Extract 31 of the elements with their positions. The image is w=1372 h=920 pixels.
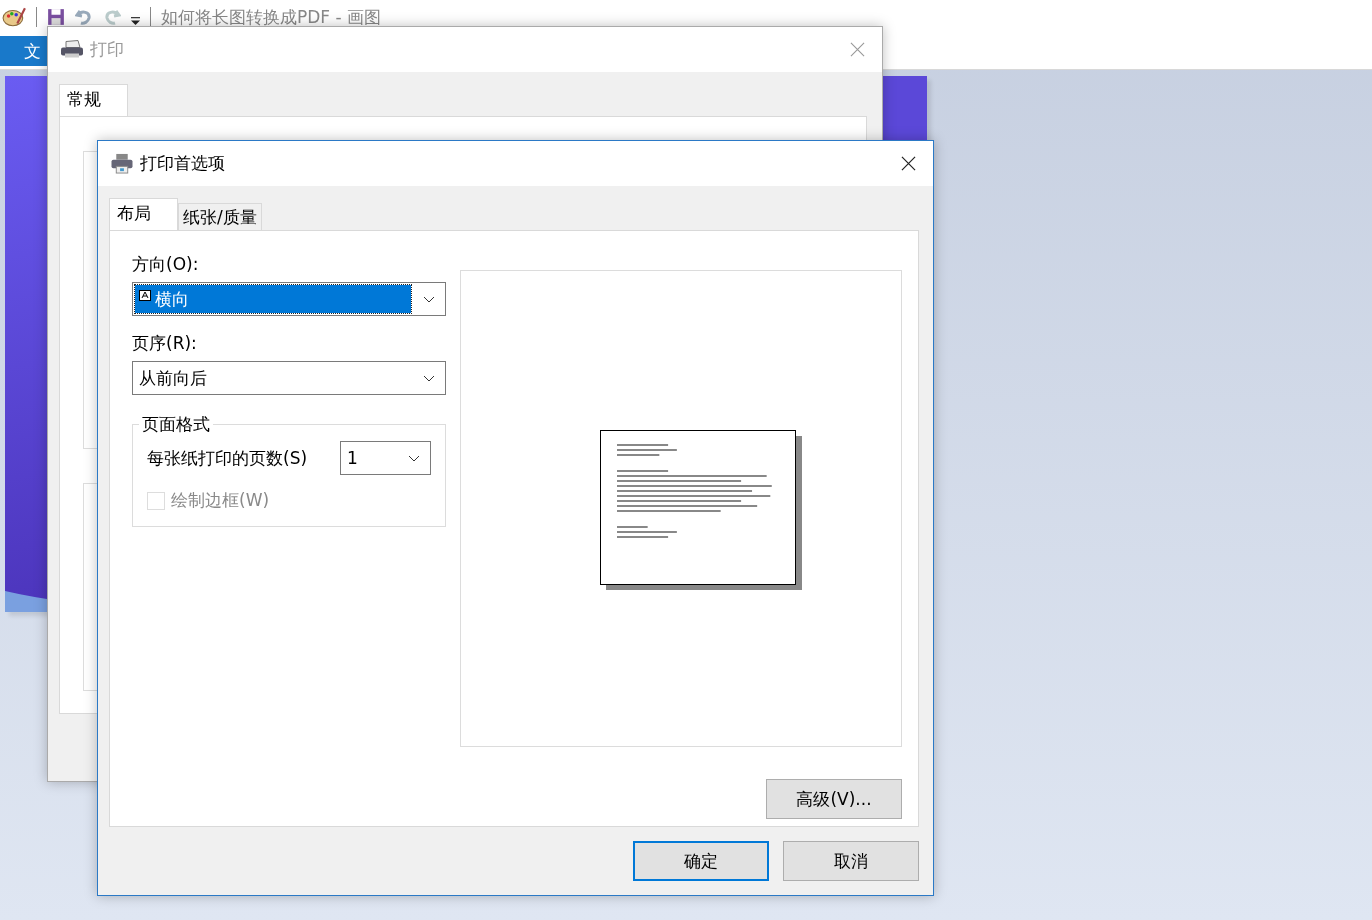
window-title: 如何将长图转换成PDF - 画图 <box>161 5 382 29</box>
printer-icon <box>60 39 84 60</box>
advanced-button[interactable]: 高级(V)... <box>766 779 902 819</box>
dialog-tab[interactable]: 布局 <box>109 198 178 230</box>
page-order-dropdown[interactable]: 从前向后 <box>132 361 446 395</box>
field-label: 页序(R): <box>132 332 198 355</box>
checkbox-label: 绘制边框(W) <box>171 489 270 512</box>
page-icon <box>139 289 151 301</box>
close-icon[interactable] <box>901 156 916 171</box>
dropdown-icon[interactable] <box>131 15 140 25</box>
dropdown-value: 横向 <box>155 287 189 311</box>
group-title: 页面格式 <box>139 413 213 436</box>
chevron-down-icon <box>423 295 435 303</box>
undo-icon[interactable] <box>75 8 93 26</box>
dialog-title: 打印首选项 <box>140 152 226 175</box>
cancel-button[interactable]: 取消 <box>783 841 919 881</box>
paint-palette-icon[interactable] <box>2 6 26 28</box>
printer-icon <box>110 153 134 174</box>
chevron-down-icon <box>408 454 420 462</box>
chevron-down-icon <box>423 374 435 382</box>
dropdown-value: 从前向后 <box>139 366 207 390</box>
save-icon[interactable] <box>47 8 65 26</box>
dialog-title: 打印 <box>90 38 125 61</box>
dialog-tab[interactable]: 常规 <box>59 84 128 116</box>
pages-per-sheet-dropdown[interactable]: 1 <box>340 441 431 475</box>
field-label: 方向(O): <box>132 253 200 276</box>
dialog-tab[interactable]: 纸张/质量 <box>178 203 262 230</box>
orientation-dropdown[interactable]: 横向 <box>132 282 446 316</box>
ribbon-tab[interactable]: 文 <box>0 36 49 66</box>
field-label: 每张纸打印的页数(S) <box>147 446 308 470</box>
ok-button[interactable]: 确定 <box>633 841 769 881</box>
